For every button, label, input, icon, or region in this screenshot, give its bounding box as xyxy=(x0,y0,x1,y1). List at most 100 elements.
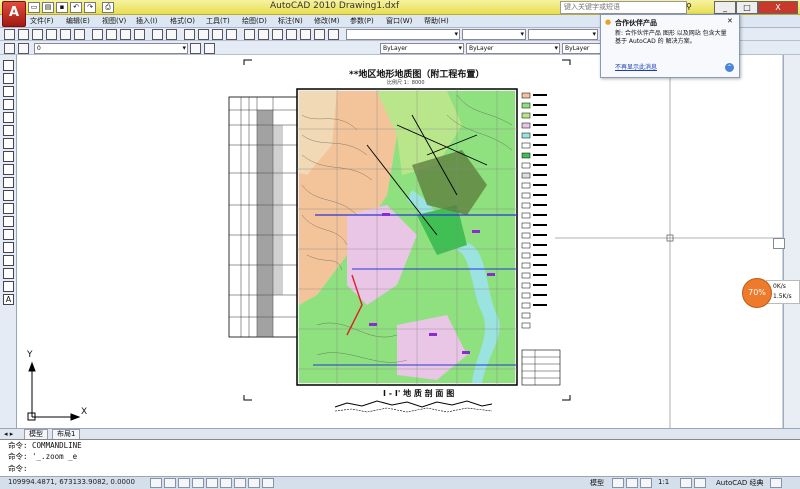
plot-preview-icon[interactable] xyxy=(60,29,71,40)
undo-tool-icon[interactable] xyxy=(152,29,163,40)
gradient-icon[interactable] xyxy=(3,255,14,266)
menu-edit[interactable]: 编辑(E) xyxy=(66,16,90,26)
drawing-canvas[interactable]: **地区地形地质图（附工程布置） 比例尺 1：8000 I - I' 地 质 剖… xyxy=(17,55,782,428)
pan-status-icon[interactable] xyxy=(626,478,638,488)
layer-manager-icon[interactable] xyxy=(4,43,15,54)
redo-tool-icon[interactable] xyxy=(166,29,177,40)
text-style-dropdown[interactable] xyxy=(346,29,460,40)
menu-view[interactable]: 视图(V) xyxy=(102,16,126,26)
quickcalc-icon[interactable] xyxy=(314,29,325,40)
menu-help[interactable]: 帮助(H) xyxy=(424,16,449,26)
color-dropdown[interactable]: ByLayer xyxy=(380,43,464,54)
menu-window[interactable]: 窗口(W) xyxy=(386,16,412,26)
menu-parametric[interactable]: 参数(P) xyxy=(350,16,374,26)
dynamic-ucs-icon[interactable] xyxy=(234,478,246,488)
layer-previous-icon[interactable] xyxy=(204,43,215,54)
open-icon[interactable]: ▤ xyxy=(42,2,54,13)
undo-icon[interactable]: ↶ xyxy=(70,2,82,13)
copy-icon[interactable] xyxy=(106,29,117,40)
grid-display-icon[interactable] xyxy=(164,478,176,488)
construction-line-icon[interactable] xyxy=(3,73,14,84)
quick-view-layouts-icon[interactable] xyxy=(612,478,624,488)
open-file-icon[interactable] xyxy=(18,29,29,40)
tool-palettes-icon[interactable] xyxy=(272,29,283,40)
spline-icon[interactable] xyxy=(3,164,14,175)
dim-style-dropdown[interactable] xyxy=(462,29,526,40)
clean-screen-icon[interactable] xyxy=(770,478,782,488)
redo-icon[interactable]: ↷ xyxy=(84,2,96,13)
save-icon[interactable]: ▪ xyxy=(56,2,68,13)
make-current-layer-icon[interactable] xyxy=(190,43,201,54)
workspace-label[interactable]: AutoCAD 经典 xyxy=(716,478,764,488)
markup-icon[interactable] xyxy=(300,29,311,40)
close-button[interactable]: X xyxy=(758,1,798,14)
revision-cloud-icon[interactable] xyxy=(3,151,14,162)
annotation-visibility-icon[interactable] xyxy=(680,478,692,488)
snap-mode-icon[interactable] xyxy=(150,478,162,488)
vertical-scrollbar[interactable] xyxy=(783,55,800,430)
new-icon[interactable]: ▭ xyxy=(28,2,40,13)
zoom-window-icon[interactable] xyxy=(212,29,223,40)
sheet-set-icon[interactable] xyxy=(286,29,297,40)
balloon-dismiss-link[interactable]: 不再显示此消息 xyxy=(615,62,657,71)
command-window[interactable] xyxy=(0,439,800,477)
match-properties-icon[interactable] xyxy=(134,29,145,40)
maximize-button[interactable]: □ xyxy=(736,1,758,14)
menu-dimension[interactable]: 标注(N) xyxy=(278,16,303,26)
pan-icon[interactable] xyxy=(184,29,195,40)
save-file-icon[interactable] xyxy=(32,29,43,40)
cut-icon[interactable] xyxy=(92,29,103,40)
help-icon[interactable] xyxy=(328,29,339,40)
paste-icon[interactable] xyxy=(120,29,131,40)
minimize-button[interactable]: _ xyxy=(714,1,736,14)
linetype-dropdown[interactable]: ByLayer xyxy=(466,43,560,54)
menu-insert[interactable]: 插入(I) xyxy=(136,16,158,26)
search-icon[interactable]: ⚲ xyxy=(686,2,695,11)
lineweight-display-icon[interactable] xyxy=(262,478,274,488)
model-space-label[interactable]: 模型 xyxy=(590,478,604,488)
insert-block-icon[interactable] xyxy=(3,203,14,214)
balloon-close-icon[interactable]: ✕ xyxy=(727,17,733,25)
dynamic-input-icon[interactable] xyxy=(248,478,260,488)
ellipse-icon[interactable] xyxy=(3,177,14,188)
menu-draw[interactable]: 绘图(D) xyxy=(242,16,267,26)
plot-icon[interactable] xyxy=(46,29,57,40)
network-meter-widget[interactable]: 0K/s 1.5K/s 70% xyxy=(742,278,800,308)
object-snap-icon[interactable] xyxy=(206,478,218,488)
command-prompt[interactable]: 命令: xyxy=(8,463,28,474)
workspace-switch-icon[interactable] xyxy=(694,478,706,488)
ortho-mode-icon[interactable] xyxy=(178,478,190,488)
qnew-icon[interactable] xyxy=(4,29,15,40)
make-block-icon[interactable] xyxy=(3,216,14,227)
polygon-icon[interactable] xyxy=(3,99,14,110)
help-search-input[interactable]: 键入关键字或短语 xyxy=(560,1,687,14)
zoom-realtime-icon[interactable] xyxy=(198,29,209,40)
zoom-previous-icon[interactable] xyxy=(226,29,237,40)
zoom-status-icon[interactable] xyxy=(640,478,652,488)
publish-icon[interactable] xyxy=(74,29,85,40)
layer-dropdown[interactable]: 0 xyxy=(34,43,188,54)
ellipse-arc-icon[interactable] xyxy=(3,190,14,201)
polar-tracking-icon[interactable] xyxy=(192,478,204,488)
menu-file[interactable]: 文件(F) xyxy=(30,16,54,26)
table-style-dropdown[interactable] xyxy=(528,29,598,40)
multiline-text-icon[interactable]: A xyxy=(3,294,14,305)
layer-state-icon[interactable] xyxy=(18,43,29,54)
application-menu-button[interactable]: A xyxy=(2,1,26,27)
menu-modify[interactable]: 修改(M) xyxy=(314,16,340,26)
menu-format[interactable]: 格式(O) xyxy=(170,16,195,26)
properties-icon[interactable] xyxy=(244,29,255,40)
annotation-scale[interactable]: 1:1 xyxy=(658,478,669,486)
balloon-collapse-icon[interactable]: ⌃ xyxy=(725,63,734,72)
menu-tools[interactable]: 工具(T) xyxy=(206,16,230,26)
table-icon[interactable] xyxy=(3,281,14,292)
object-snap-tracking-icon[interactable] xyxy=(220,478,232,488)
circle-icon[interactable] xyxy=(3,138,14,149)
print-icon[interactable]: ⎙ xyxy=(102,2,114,13)
polyline-icon[interactable] xyxy=(3,86,14,97)
design-center-icon[interactable] xyxy=(258,29,269,40)
point-icon[interactable] xyxy=(3,229,14,240)
arc-icon[interactable] xyxy=(3,125,14,136)
rectangle-icon[interactable] xyxy=(3,112,14,123)
scroll-thumb[interactable] xyxy=(773,238,785,249)
